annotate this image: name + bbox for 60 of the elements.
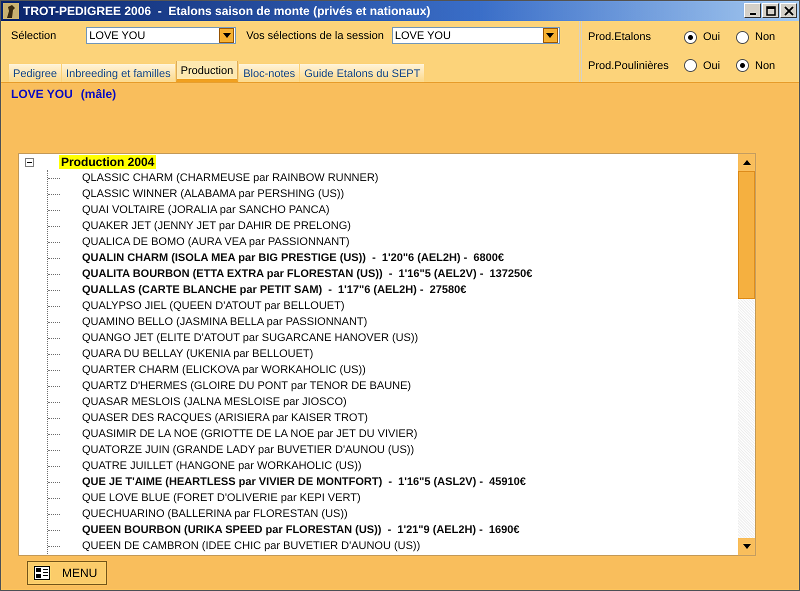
tree-item[interactable]: QUEEN DE CAMBRON (IDEE CHIC par BUVETIER D'AUNOU (US)): [82, 540, 420, 552]
minimize-icon: [750, 12, 756, 15]
tree-item[interactable]: QUASAR MESLOIS (JALNA MESLOISE par JIOSCO): [82, 396, 347, 408]
radio-button[interactable]: [684, 30, 697, 44]
scrollbar[interactable]: [738, 154, 755, 555]
tree-node-label[interactable]: Production 2004: [59, 155, 156, 169]
tree-item[interactable]: QUECHUARINO (BALLERINA par FLORESTAN (US)): [82, 508, 348, 520]
radio-label: Non: [755, 60, 776, 72]
tree-item[interactable]: QUALIN CHARM (ISOLA MEA par BIG PRESTIGE (US)) - 1'20"6 (AEL2H) - 6800€: [82, 252, 504, 264]
tree-item[interactable]: QUAKER JET (JENNY JET par DAHIR DE PRELONG): [82, 220, 351, 232]
minimize-button[interactable]: [744, 3, 761, 18]
tree-item[interactable]: QLASSIC CHARM (CHARMEUSE par RAINBOW RUNNER): [82, 172, 378, 184]
scroll-up-icon[interactable]: [738, 154, 755, 171]
tree-item[interactable]: QUE JE T'AIME (HEARTLESS par VIVIER DE MONTFORT) - 1'16"5 (ASL2V) - 45910€: [82, 476, 526, 488]
radio-button[interactable]: [736, 59, 749, 72]
selection-label: Sélection: [11, 30, 56, 42]
close-button[interactable]: [780, 3, 797, 18]
tree-item[interactable]: QLASSIC WINNER (ALABAMA par PERSHING (US)): [82, 188, 344, 200]
maximize-button[interactable]: [762, 3, 779, 18]
tree-item[interactable]: QUAI VOLTAIRE (JORALIA par SANCHO PANCA): [82, 204, 330, 216]
tree-item[interactable]: QUALYPSO JIEL (QUEEN D'ATOUT par BELLOUET): [82, 300, 345, 312]
radio-label: Oui: [703, 60, 720, 72]
session-selection-label: Vos sélections de la session: [246, 30, 384, 42]
tree-item[interactable]: QUAMINO BELLO (JASMINA BELLA par PASSIONNANT): [82, 316, 368, 328]
tree-item[interactable]: QUALITA BOURBON (ETTA EXTRA par FLORESTAN (US)) - 1'16"5 (AEL2V) - 137250€: [82, 268, 532, 280]
session-selection-dropdown[interactable]: LOVE YOU: [392, 27, 560, 44]
tab[interactable]: Guide Etalons du SEPT: [300, 64, 424, 82]
tree-item[interactable]: QUEEN BOURBON (URIKA SPEED par FLORESTAN (US)) - 1'21"9 (AEL2H) - 1690€: [82, 524, 520, 536]
radio-label: Oui: [703, 31, 720, 44]
tab[interactable]: Bloc-notes: [239, 64, 300, 82]
option-label: Prod.Poulinières: [588, 60, 670, 72]
scroll-down-icon[interactable]: [738, 538, 755, 555]
scroll-thumb[interactable]: [738, 171, 755, 299]
tree-item[interactable]: QUARTER CHARM (ELICKOVA par WORKAHOLIC (US)): [82, 364, 366, 376]
window-title: TROT-PEDIGREE 2006 - Etalons saison de monte (privés et nationaux): [23, 4, 432, 18]
tree-item[interactable]: QUE LOVE BLUE (FORET D'OLIVERIE par KEPI VERT): [82, 492, 361, 504]
tree-item[interactable]: QUALLAS (CARTE BLANCHE par PETIT SAM) - 1'17"6 (AEL2H) - 27580€: [82, 284, 466, 296]
tree-item[interactable]: QUANGO JET (ELITE D'ATOUT par SUGARCANE HANOVER (US)): [82, 332, 418, 344]
maximize-icon: [766, 6, 776, 16]
option-label: Prod.Etalons: [588, 31, 652, 44]
collapse-icon[interactable]: [25, 158, 34, 166]
menu-icon: [34, 566, 50, 580]
menu-button[interactable]: MENU: [27, 561, 107, 585]
radio-label: Non: [755, 31, 776, 44]
tree-item[interactable]: QUALICA DE BOMO (AURA VEA par PASSIONNANT): [82, 236, 350, 248]
tab[interactable]: Pedigree: [9, 64, 62, 82]
tree-item[interactable]: QUASER DES RACQUES (ARISIERA par KAISER TROT): [82, 412, 368, 424]
tree-item[interactable]: QUARTZ D'HERMES (GLOIRE DU PONT par TENOR DE BAUNE): [82, 380, 412, 392]
radio-button[interactable]: [684, 59, 697, 72]
horse-sex: (mâle): [80, 87, 116, 101]
radio-button[interactable]: [736, 30, 749, 44]
tree-item[interactable]: QUATORZE JUIN (GRANDE LADY par BUVETIER D'AUNOU (US)): [82, 444, 414, 456]
tree-item[interactable]: QUARA DU BELLAY (UKENIA par BELLOUET): [82, 348, 314, 360]
tab[interactable]: Inbreeding et familles: [62, 64, 175, 82]
selection-dropdown[interactable]: LOVE YOU: [86, 27, 236, 44]
close-icon: [784, 6, 794, 16]
tab[interactable]: Production: [176, 61, 238, 82]
tree-item[interactable]: QUATRE JUILLET (HANGONE par WORKAHOLIC (US)): [82, 460, 362, 472]
tree-item[interactable]: QUASIMIR DE LA NOE (GRIOTTE DE LA NOE par JET DU VIVIER): [82, 428, 418, 440]
horse-name: LOVE YOU: [11, 87, 73, 101]
